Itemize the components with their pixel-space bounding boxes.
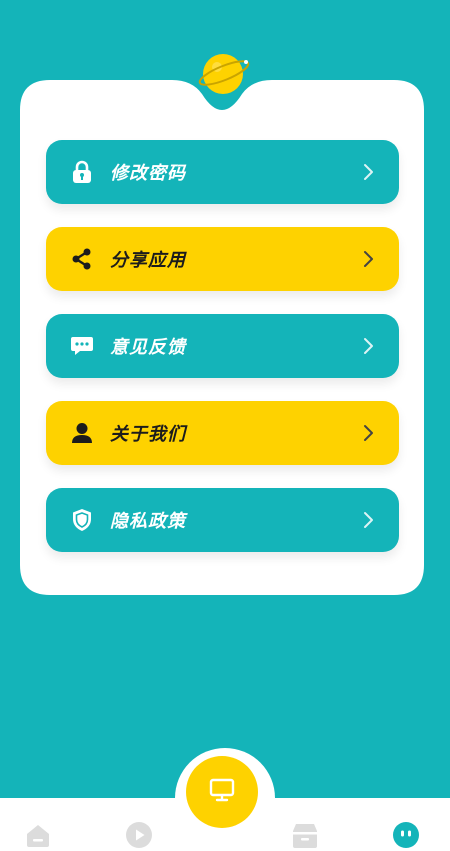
chevron-right-icon — [364, 251, 373, 267]
planet-logo — [198, 50, 252, 96]
menu-item-share-app[interactable]: 分享应用 — [46, 227, 399, 291]
menu-item-feedback[interactable]: 意见反馈 — [46, 314, 399, 378]
nav-item-home[interactable] — [23, 820, 53, 850]
nav-item-play[interactable] — [124, 820, 154, 850]
menu-item-change-password[interactable]: 修改密码 — [46, 140, 399, 204]
chevron-right-icon — [364, 512, 373, 528]
settings-menu: 修改密码 分享应用 意见反馈 关于我们 隐私政策 — [46, 140, 399, 575]
chevron-right-icon — [364, 164, 373, 180]
lock-icon — [70, 160, 94, 184]
share-icon — [70, 247, 94, 271]
box-icon — [293, 824, 317, 848]
nav-item-box[interactable] — [290, 820, 320, 850]
menu-item-label: 隐私政策 — [110, 511, 186, 532]
nav-item-profile[interactable] — [391, 820, 421, 850]
menu-item-label: 修改密码 — [110, 163, 186, 184]
menu-item-privacy-policy[interactable]: 隐私政策 — [46, 488, 399, 552]
menu-item-label: 意见反馈 — [110, 337, 186, 358]
robot-face-icon — [393, 822, 419, 848]
nav-item-monitor[interactable] — [186, 756, 258, 828]
home-icon — [27, 825, 49, 847]
menu-item-label: 分享应用 — [110, 250, 186, 271]
menu-item-about-us[interactable]: 关于我们 — [46, 401, 399, 465]
shield-icon — [70, 508, 94, 532]
person-icon — [70, 421, 94, 445]
chevron-right-icon — [364, 425, 373, 441]
chevron-right-icon — [364, 338, 373, 354]
monitor-icon — [209, 778, 235, 806]
play-icon — [126, 822, 152, 848]
menu-item-label: 关于我们 — [110, 424, 186, 445]
chat-icon — [70, 334, 94, 358]
